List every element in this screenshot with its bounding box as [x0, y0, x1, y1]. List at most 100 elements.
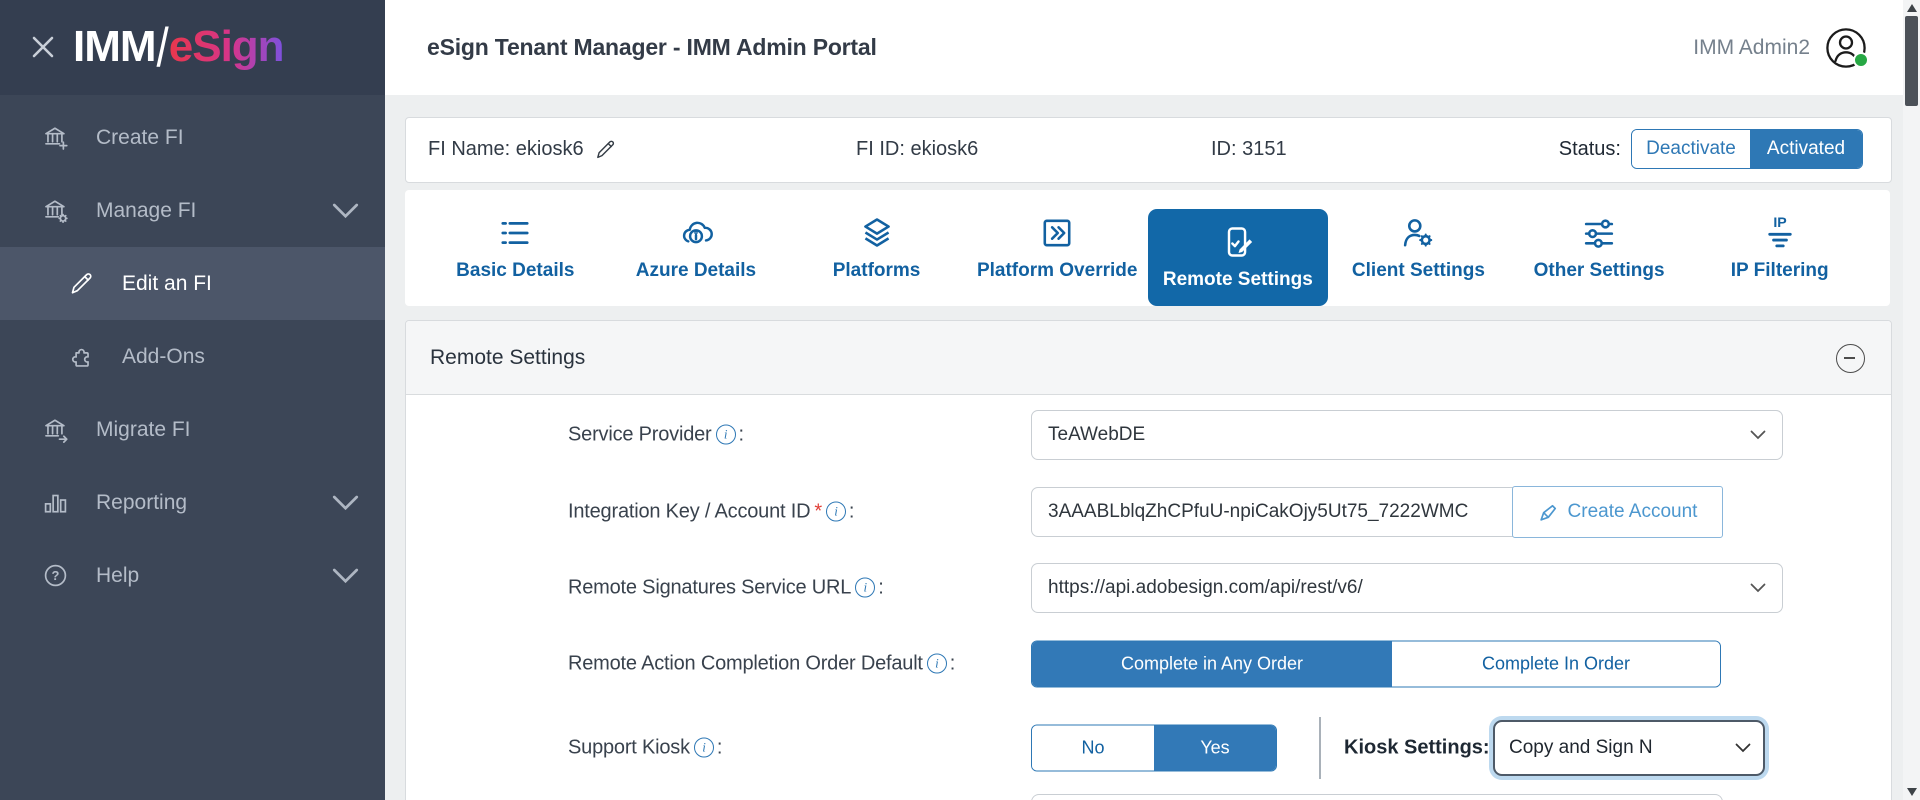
- label-text: Remote Signatures Service URL: [568, 576, 852, 599]
- kiosk-settings-select[interactable]: Copy and Sign N: [1493, 720, 1765, 776]
- next-field-partial[interactable]: [1031, 794, 1723, 800]
- select-value: TeAWebDE: [1048, 424, 1146, 445]
- fi-numeric-id: ID: 3151: [1211, 137, 1287, 160]
- kiosk-no-option[interactable]: No: [1032, 725, 1154, 771]
- logo-esign: eSign: [168, 22, 285, 71]
- sidebar-item-create-fi[interactable]: Create FI: [0, 101, 385, 174]
- tab-label: Remote Settings: [1162, 269, 1313, 290]
- sidebar-item-label: Manage FI: [96, 198, 197, 222]
- scrollbar-thumb[interactable]: [1905, 16, 1918, 106]
- fi-name: FI Name: ekiosk6: [428, 118, 617, 180]
- info-icon[interactable]: i: [855, 577, 876, 598]
- chevron-down-icon: [332, 203, 359, 218]
- status-toggle: Deactivate Activated: [1631, 129, 1863, 169]
- edit-pencil-icon[interactable]: [594, 138, 617, 161]
- tab-label: Client Settings: [1351, 259, 1485, 281]
- remote-url-select[interactable]: https://api.adobesign.com/api/rest/v6/: [1031, 563, 1783, 613]
- tab-platform-override[interactable]: Platform Override: [967, 190, 1148, 306]
- online-status-dot: [1853, 51, 1869, 68]
- info-icon[interactable]: i: [926, 653, 947, 674]
- button-label: Create Account: [1567, 501, 1698, 522]
- scroll-down-arrow-icon[interactable]: [1906, 788, 1917, 796]
- complete-any-order-option[interactable]: Complete in Any Order: [1032, 641, 1392, 687]
- tab-remote-settings[interactable]: Remote Settings: [1147, 209, 1329, 306]
- tab-label: Azure Details: [635, 259, 757, 281]
- sidebar-item-manage-fi[interactable]: Manage FI: [0, 174, 385, 247]
- info-icon[interactable]: i: [693, 737, 714, 758]
- support-kiosk-toggle: No Yes: [1031, 724, 1277, 772]
- chevron-down-icon: [332, 495, 359, 510]
- label-colon: :: [716, 736, 723, 759]
- select-value: Copy and Sign N: [1509, 737, 1653, 758]
- close-icon[interactable]: [26, 30, 60, 64]
- sidebar-logo-bar: IMM/eSign: [0, 0, 385, 95]
- layers-icon: [863, 217, 890, 247]
- brand-logo: IMM/eSign: [73, 17, 285, 78]
- chevron-down-icon: [332, 568, 359, 583]
- sidebar-item-edit-an-fi[interactable]: Edit an FI: [0, 247, 385, 320]
- tab-label: Platform Override: [976, 259, 1138, 281]
- sidebar-item-label: Add-Ons: [122, 344, 205, 368]
- service-provider-select[interactable]: TeAWebDE: [1031, 410, 1783, 460]
- tab-platforms[interactable]: Platforms: [786, 190, 967, 306]
- question-icon: ?: [44, 564, 67, 587]
- deactivate-button[interactable]: Deactivate: [1632, 130, 1750, 168]
- remote-url-label: Remote Signatures Service URL i:: [568, 577, 884, 600]
- completion-order-row: Remote Action Completion Order Default i:…: [406, 640, 1891, 688]
- status-cluster: Status: Deactivate Activated: [1559, 118, 1863, 180]
- support-kiosk-row: Support Kiosk i: No Yes Kiosk Settings: C…: [406, 717, 1891, 779]
- label-text: Service Provider: [568, 423, 712, 446]
- label-colon: :: [878, 576, 884, 599]
- page-title: eSign Tenant Manager - IMM Admin Portal: [427, 34, 877, 60]
- avatar[interactable]: [1824, 26, 1869, 70]
- tabs-bar: Basic Details Azure Details Platforms Pl…: [405, 190, 1890, 306]
- sidebar-item-add-ons[interactable]: Add-Ons: [0, 320, 385, 393]
- tab-azure-details[interactable]: Azure Details: [606, 190, 787, 306]
- activated-button[interactable]: Activated: [1750, 130, 1862, 168]
- complete-in-order-option[interactable]: Complete In Order: [1392, 641, 1720, 687]
- tab-label: Basic Details: [456, 259, 575, 281]
- integration-key-row: Integration Key / Account ID * i: 3AAABLbl…: [406, 486, 1891, 538]
- tab-label: IP Filtering: [1730, 259, 1829, 281]
- panel-header: Remote Settings: [406, 321, 1891, 395]
- sidebar-item-reporting[interactable]: Reporting: [0, 466, 385, 539]
- service-provider-row: Service Provider i: TeAWebDE: [406, 410, 1891, 460]
- tab-other-settings[interactable]: Other Settings: [1509, 190, 1690, 306]
- remote-url-row: Remote Signatures Service URL i: https://…: [406, 563, 1891, 613]
- label-colon: :: [738, 423, 745, 446]
- sidebar-item-label: Edit an FI: [122, 271, 212, 295]
- fi-id: FI ID: ekiosk6: [856, 137, 979, 160]
- chevron-down-icon: [1750, 583, 1766, 593]
- vertical-divider: [1319, 717, 1321, 779]
- collapse-minus-icon[interactable]: [1836, 344, 1865, 373]
- fi-name-text: FI Name: ekiosk6: [428, 137, 584, 160]
- service-provider-label: Service Provider i:: [568, 424, 744, 447]
- kiosk-yes-option[interactable]: Yes: [1154, 725, 1276, 771]
- sidebar-item-migrate-fi[interactable]: Migrate FI: [0, 393, 385, 466]
- label-text: Integration Key / Account ID: [568, 500, 811, 523]
- cloud-info-icon: [682, 221, 713, 243]
- top-header: eSign Tenant Manager - IMM Admin Portal …: [385, 0, 1920, 95]
- panel-title: Remote Settings: [430, 345, 586, 369]
- info-icon[interactable]: i: [715, 424, 736, 445]
- info-icon[interactable]: i: [825, 501, 846, 522]
- integration-key-input[interactable]: 3AAABLblqZhCPfuU-npiCakOjy5Ut75_7222WMC: [1031, 487, 1546, 537]
- completion-order-label: Remote Action Completion Order Default i:: [568, 653, 955, 676]
- sidebar-menu: Create FI Manage FI Edit an FI Add-Ons M…: [0, 95, 385, 612]
- tab-basic-details[interactable]: Basic Details: [425, 190, 606, 306]
- tab-client-settings[interactable]: Client Settings: [1328, 190, 1509, 306]
- remote-sign-icon: [1227, 227, 1252, 257]
- select-value: https://api.adobesign.com/api/rest/v6/: [1048, 577, 1363, 598]
- sidebar: IMM/eSign Create FI Manage FI Edit an FI…: [0, 0, 385, 800]
- logo-imm: IMM: [73, 22, 157, 71]
- tab-ip-filtering[interactable]: IP IP Filtering: [1689, 190, 1870, 306]
- user-name: IMM Admin2: [1693, 35, 1810, 59]
- user-gear-icon: [1404, 218, 1433, 247]
- create-account-button[interactable]: Create Account: [1512, 486, 1723, 538]
- user-box[interactable]: IMM Admin2: [1693, 0, 1869, 95]
- scroll-up-arrow-icon[interactable]: [1906, 4, 1917, 12]
- bank-gear-icon: [45, 200, 68, 224]
- sidebar-item-help[interactable]: ? Help: [0, 539, 385, 612]
- list-icon: [501, 221, 529, 244]
- remote-settings-panel: Remote Settings Service Provider i: TeAWe…: [405, 320, 1892, 800]
